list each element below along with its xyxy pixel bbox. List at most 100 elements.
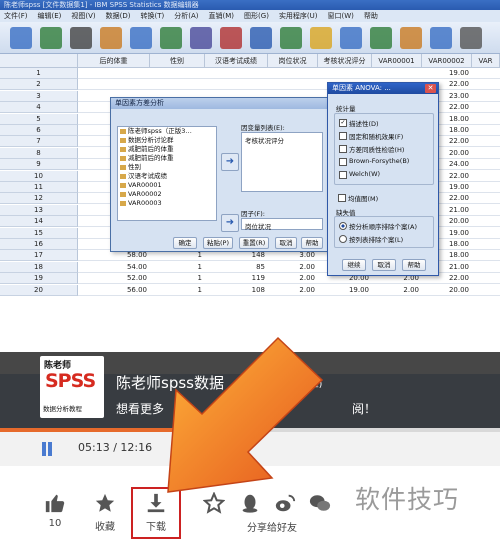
homogeneity-checkbox: 方差同质性检验(H): [339, 144, 404, 154]
grid-cell: 20.00: [422, 285, 472, 296]
grid-cell: [318, 68, 372, 79]
grid-cell: 2.00: [268, 285, 318, 296]
factor-box: 岗位状况: [241, 218, 323, 231]
logo-main-text: SPSS: [45, 370, 96, 392]
row-number: 5: [0, 113, 78, 125]
help-button: 帮助: [301, 237, 323, 249]
means-plot-checkbox: 均值图(M): [338, 193, 378, 203]
video-frame[interactable]: 陈老师spss [文件数据集1] - IBM SPSS Statistics 数…: [0, 0, 500, 428]
variable-item: 陈老师spss（正版3…: [118, 127, 216, 136]
grid-cell: 119: [205, 273, 268, 285]
grid-cell: 52.00: [78, 273, 150, 285]
toolbar-icon: [460, 27, 482, 49]
playback-time: 05:13 / 12:16: [78, 441, 153, 454]
toolbar-icon: [310, 27, 332, 49]
qq-icon: [242, 494, 258, 513]
row-number: 14: [0, 216, 78, 228]
grid-cell: 58.00: [78, 250, 150, 262]
grid-cell: [205, 68, 268, 79]
share-weibo-button[interactable]: [272, 492, 298, 518]
dependent-list-box: 考核状况评分: [241, 132, 323, 192]
grid-cell: [472, 136, 500, 148]
move-to-factor-arrow-icon: ➜: [221, 214, 239, 232]
column-header: 性别: [150, 54, 205, 68]
factor-item: 岗位状况: [245, 223, 271, 231]
row-number: 7: [0, 136, 78, 148]
menu-item: 转换(T): [140, 12, 165, 20]
grid-cell: 1: [150, 262, 205, 273]
like-button[interactable]: 10: [40, 492, 70, 529]
menu-item: 窗口(W): [327, 12, 354, 20]
share-star-button[interactable]: [202, 491, 226, 518]
menu-item: 实用程序(U): [278, 12, 318, 20]
grid-cell: 85: [205, 262, 268, 273]
statistics-group: 描述性(D) 固定和随机效果(F) 方差同质性检验(H) Brown-Forsy…: [334, 113, 434, 185]
toolbar-icon: [220, 27, 242, 49]
grid-cell: [472, 216, 500, 228]
grid-cell: [472, 91, 500, 102]
toolbar-icon: [370, 27, 392, 49]
channel-name[interactable]: 陈老师spss数据: [116, 372, 224, 393]
factor-label: 因子(F):: [241, 210, 266, 218]
favorite-button[interactable]: 收藏: [88, 492, 122, 533]
column-header: 后的体重: [78, 54, 150, 68]
grid-cell: [78, 79, 150, 91]
spss-menu-bar: 文件(F) 编辑(E) 视图(V) 数据(D) 转换(T) 分析(A) 直销(M) 图形(G)…: [0, 10, 500, 22]
menu-item: 分析(A): [174, 12, 199, 20]
toolbar-icon: [340, 27, 362, 49]
row-number: 1: [0, 68, 78, 79]
channel-logo[interactable]: 陈老师 SPSS 数据分析教程: [40, 356, 104, 418]
grid-cell: [472, 102, 500, 114]
share-label: 分享给好友: [247, 523, 297, 534]
row-number: 19: [0, 273, 78, 285]
toolbar-icon: [130, 27, 152, 49]
share-qq-button[interactable]: [238, 492, 262, 518]
menu-item: 图形(G): [244, 12, 269, 20]
grid-cell: [472, 250, 500, 262]
toolbar-icon: [40, 27, 62, 49]
row-number: 18: [0, 261, 78, 273]
like-count: 10: [48, 518, 62, 529]
watermark-text: 软件技巧: [355, 485, 460, 514]
variable-list: 陈老师spss（正版3… 数据分析讨论群 减肥前后的体重 减肥前后的体重 性别 汉语考试成…: [117, 126, 217, 221]
menu-item: 帮助: [363, 12, 378, 20]
grid-cell: [472, 182, 500, 193]
grid-cell: 2.00: [372, 285, 422, 296]
subtitle-left: 想看更多: [116, 402, 165, 416]
grid-cell: 54.00: [78, 262, 150, 273]
logo-bottom-text: 数据分析教程: [43, 405, 82, 413]
grid-cell: [150, 79, 205, 91]
toolbar-icon: [400, 27, 422, 49]
column-header: 汉语考试成绩: [205, 54, 268, 68]
row-number: 9: [0, 159, 78, 171]
grid-cell: [472, 125, 500, 136]
menu-item: 数据(D): [105, 12, 131, 20]
grid-cell: [78, 68, 150, 79]
grid-cell: [472, 228, 500, 239]
row-number: 10: [0, 170, 78, 182]
row-number: 12: [0, 193, 78, 205]
grid-cell: [472, 171, 500, 182]
row-number: 11: [0, 182, 78, 193]
variable-item: 数据分析讨论群: [118, 136, 216, 145]
pause-icon[interactable]: [40, 442, 54, 456]
grid-cell: [205, 79, 268, 91]
variable-item: 汉语考试成绩: [118, 172, 216, 181]
toolbar-icon: [250, 27, 272, 49]
row-number: 15: [0, 227, 78, 239]
share-wechat-button[interactable]: [306, 492, 334, 518]
column-header: 岗位状况: [268, 54, 318, 68]
grid-cell: [472, 273, 500, 285]
grid-cell: [150, 68, 205, 79]
row-number: 4: [0, 102, 78, 114]
move-to-dependent-arrow-icon: ➜: [221, 153, 239, 171]
grid-cell: 2.00: [268, 273, 318, 285]
toolbar-icon: [280, 27, 302, 49]
reset-button: 重置(R): [239, 237, 269, 249]
column-header: VAR: [472, 54, 500, 68]
player-controls: [0, 432, 500, 466]
row-number: 2: [0, 79, 78, 91]
grid-cell: 1: [150, 250, 205, 262]
fixed-random-checkbox: 固定和随机效果(F): [339, 131, 403, 141]
variable-item: 减肥前后的体重: [118, 154, 216, 163]
